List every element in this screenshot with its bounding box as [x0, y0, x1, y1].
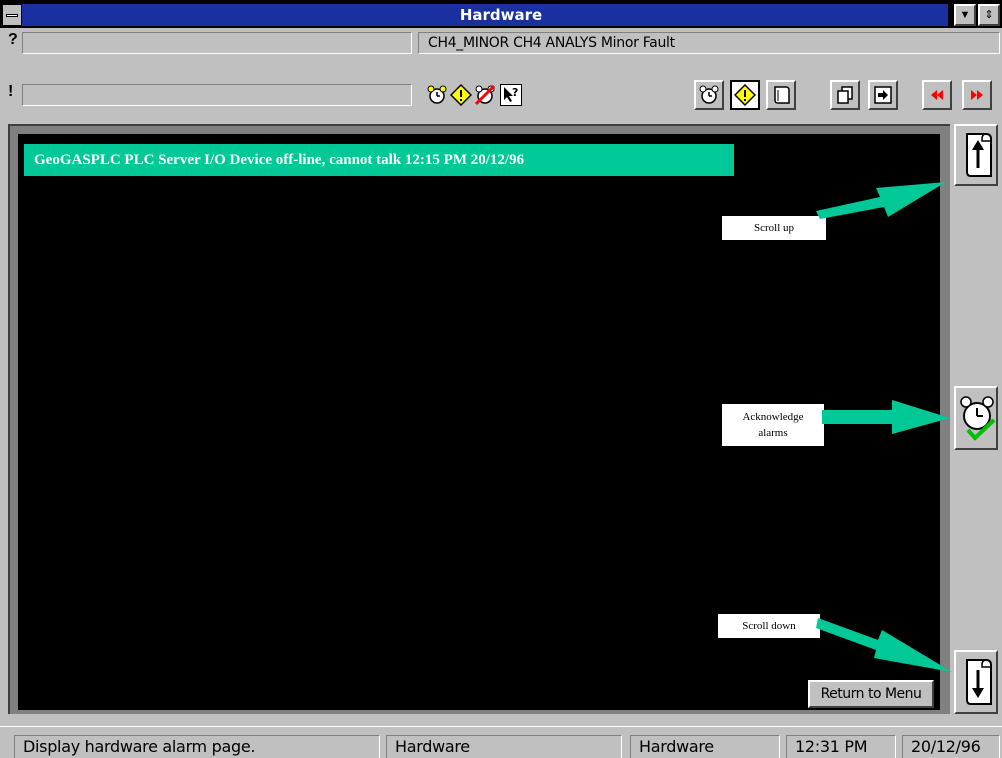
alarm-message[interactable]: GeoGASPLC PLC Server I/O Device off-line…	[24, 144, 734, 176]
status-area: Hardware	[630, 735, 780, 758]
help-field	[22, 32, 412, 54]
restore-button[interactable]: ⇕	[978, 4, 1000, 26]
return-to-menu-button[interactable]: Return to Menu	[808, 680, 934, 708]
status-message: Display hardware alarm page.	[14, 735, 380, 758]
disabled-alarm-icon[interactable]	[474, 84, 496, 106]
status-bar: Display hardware alarm page. Hardware Ha…	[0, 726, 1002, 758]
window-title: Hardware	[459, 6, 543, 24]
svg-text:?: ?	[512, 86, 518, 99]
warning-icon[interactable]	[449, 83, 473, 107]
scroll-down-icon	[966, 659, 992, 705]
minimize-button[interactable]: ▼	[954, 4, 976, 26]
scroll-up-icon	[966, 133, 992, 177]
current-alarm-text: CH4_MINOR CH4 ANALYS Minor Fault	[428, 35, 675, 51]
scroll-down-callout: Scroll down	[718, 614, 820, 638]
acknowledge-callout-line2: alarms	[758, 427, 788, 439]
system-menu-button[interactable]	[2, 4, 22, 26]
system-menu-icon	[6, 14, 18, 17]
scroll-down-button[interactable]	[954, 650, 998, 714]
scroll-up-arrow	[816, 182, 946, 219]
acknowledge-arrow	[822, 400, 950, 434]
acknowledge-alarms-button[interactable]	[954, 386, 998, 450]
acknowledge-callout-line1: Acknowledge	[742, 411, 804, 423]
acknowledge-alarm-icon	[960, 396, 996, 441]
alert-symbol: !	[8, 83, 14, 100]
help-symbol: ?	[8, 31, 18, 48]
alarm-page-button[interactable]	[694, 80, 724, 110]
help-pointer-icon[interactable]: ?	[500, 84, 522, 106]
alarm-clock-icon[interactable]	[426, 84, 448, 106]
status-date: 20/12/96	[902, 735, 1000, 758]
fast-forward-button[interactable]	[962, 80, 992, 110]
scroll-up-button[interactable]	[954, 124, 998, 186]
rewind-button[interactable]	[922, 80, 952, 110]
acknowledge-callout: Acknowledge alarms	[722, 404, 824, 446]
status-page: Hardware	[386, 735, 622, 758]
scroll-page-button[interactable]	[766, 80, 796, 110]
scroll-down-arrow	[816, 618, 952, 672]
title-bar: Hardware ▼ ⇕	[0, 0, 1002, 28]
warning-button[interactable]	[730, 80, 760, 110]
prompt-field	[22, 84, 412, 106]
status-time: 12:31 PM	[786, 735, 896, 758]
pages-button[interactable]	[830, 80, 860, 110]
exit-button[interactable]	[868, 80, 898, 110]
